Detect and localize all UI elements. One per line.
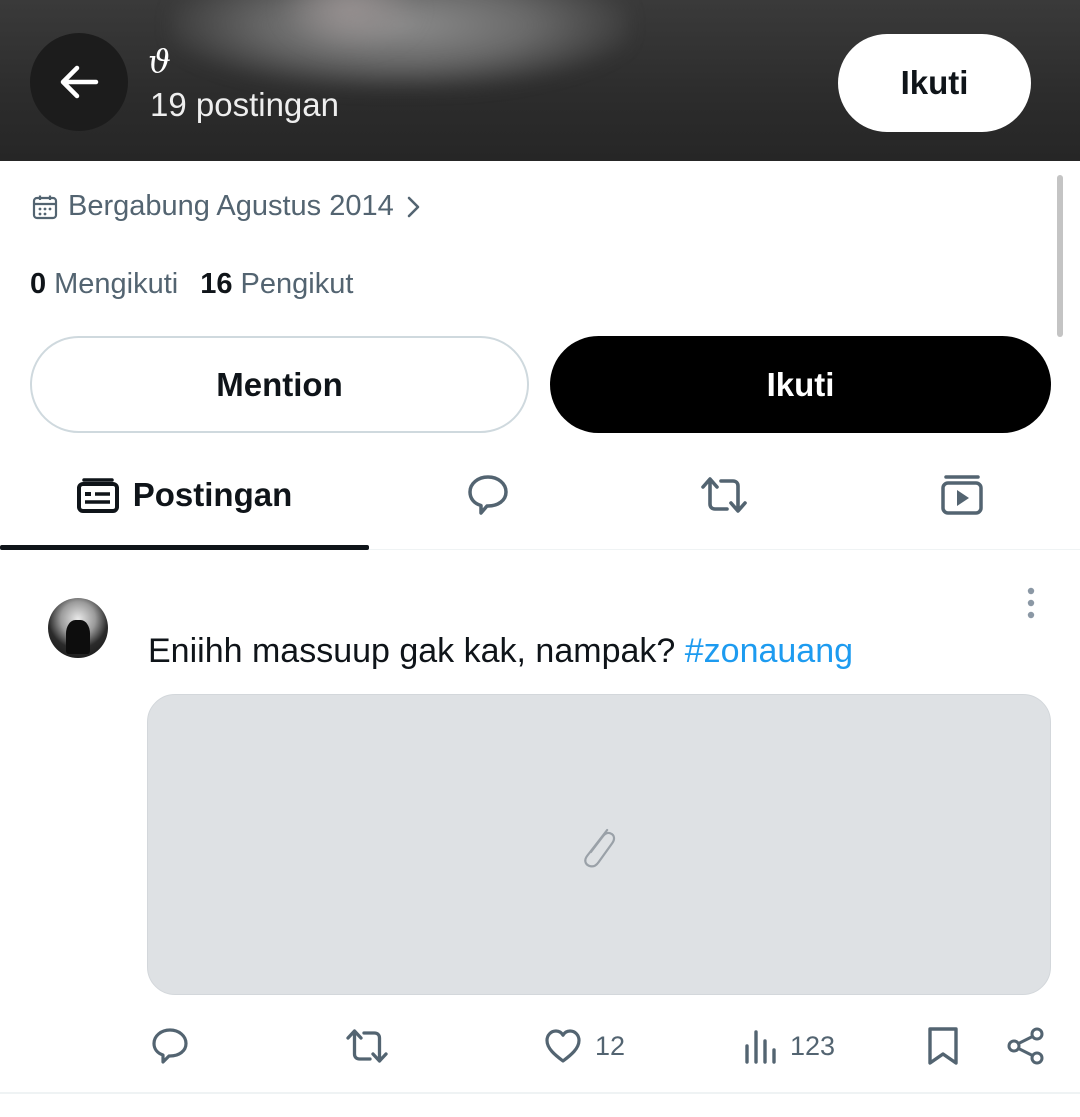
hashtag-link[interactable]: #zonauang — [685, 632, 853, 670]
chevron-right-icon — [407, 196, 420, 217]
scrollbar[interactable] — [1057, 175, 1063, 337]
active-tab-indicator — [0, 545, 369, 550]
views-icon — [745, 1030, 776, 1064]
following-link[interactable]: 0 Mengikuti — [30, 268, 178, 301]
bookmark-button[interactable] — [926, 1018, 960, 1074]
posts-icon — [76, 478, 119, 513]
followers-label: Pengikut — [240, 268, 354, 300]
post-divider — [0, 1092, 1080, 1094]
following-count: 0 — [30, 268, 47, 300]
repost-button[interactable] — [344, 1018, 390, 1074]
profile-tabs: Postingan — [0, 445, 1080, 550]
follow-stats: 0 Mengikuti 16 Pengikut — [30, 268, 375, 301]
mention-button[interactable]: Mention — [30, 336, 529, 433]
arrow-left-icon — [60, 65, 99, 99]
like-count: 12 — [595, 1030, 626, 1061]
following-label: Mengikuti — [54, 268, 179, 300]
heart-icon — [545, 1029, 581, 1063]
post-actions: 12 123 — [0, 1018, 1080, 1074]
reply-button[interactable] — [150, 1018, 190, 1074]
profile-header-banner: ϑ 19 postingan Ikuti — [0, 0, 1080, 161]
post-text: Eniihh massuup gak kak, nampak? #zonauan… — [148, 632, 853, 671]
tab-replies[interactable] — [428, 445, 548, 545]
repost-icon — [346, 1029, 388, 1063]
back-button[interactable] — [30, 33, 128, 131]
avatar[interactable] — [48, 598, 108, 658]
follow-button[interactable]: Ikuti — [550, 336, 1051, 433]
tab-reposts[interactable] — [664, 445, 784, 545]
paperclip-icon — [584, 828, 616, 868]
views-count: 123 — [790, 1030, 836, 1061]
media-icon — [941, 475, 983, 515]
tab-media[interactable] — [902, 445, 1022, 545]
replies-icon — [468, 475, 508, 515]
post-body: Eniihh massuup gak kak, nampak? — [148, 632, 685, 670]
profile-page: ϑ 19 postingan Ikuti Bergabung Agustus 2… — [0, 0, 1080, 1117]
followers-link[interactable]: 16 Pengikut — [200, 268, 353, 301]
post-media-placeholder[interactable] — [147, 694, 1051, 995]
reposts-icon — [701, 477, 747, 513]
views-button[interactable]: 123 — [744, 1018, 835, 1074]
post-count: 19 postingan — [150, 86, 339, 123]
joined-date[interactable]: Bergabung Agustus 2014 — [32, 190, 432, 223]
bookmark-icon — [928, 1027, 958, 1065]
followers-count: 16 — [200, 268, 233, 300]
more-options-icon[interactable] — [1024, 586, 1038, 622]
joined-text: Bergabung Agustus 2014 — [68, 190, 394, 222]
tab-posts[interactable]: Postingan — [0, 445, 369, 545]
share-button[interactable] — [1006, 1018, 1046, 1074]
profile-name: ϑ — [148, 42, 171, 80]
calendar-icon — [32, 195, 58, 219]
share-icon — [1007, 1027, 1044, 1065]
header-follow-button[interactable]: Ikuti — [838, 34, 1031, 132]
reply-icon — [152, 1028, 188, 1064]
tab-posts-label: Postingan — [132, 476, 293, 513]
like-button[interactable]: 12 — [543, 1018, 625, 1074]
